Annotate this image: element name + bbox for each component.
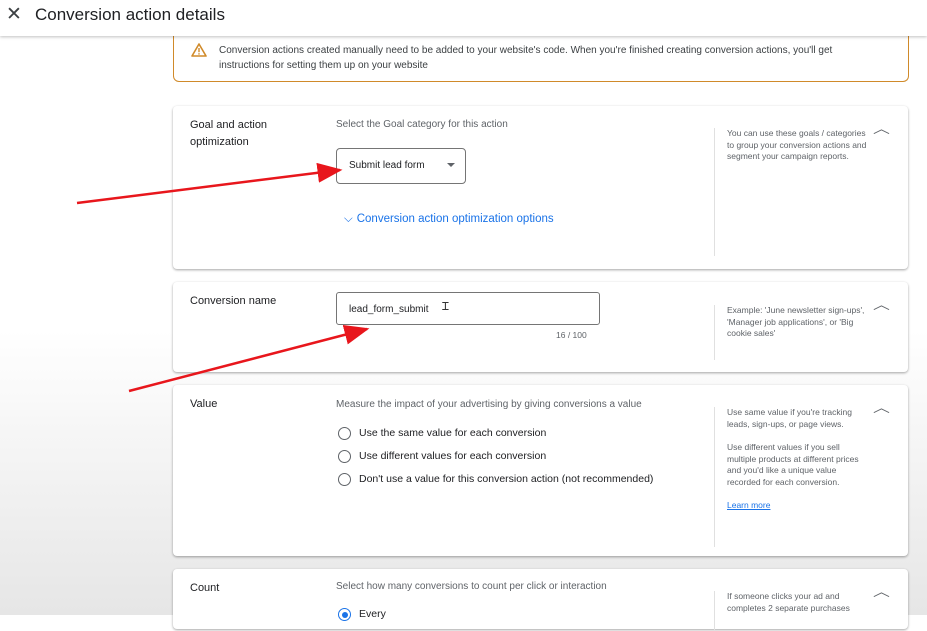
count-description: Select how many conversions to count per… <box>336 581 607 592</box>
goal-category-select[interactable]: Submit lead form <box>336 148 466 184</box>
value-help: Use same value if you're tracking leads,… <box>714 407 867 547</box>
value-option-label: Use the same value for each conversion <box>359 427 547 439</box>
conversion-name-value: lead_form_submit <box>349 304 429 315</box>
value-description: Measure the impact of your advertising b… <box>336 399 642 410</box>
count-help: If someone clicks your ad and completes … <box>714 591 867 631</box>
optimization-options-label: Conversion action optimization options <box>356 213 554 225</box>
goal-description: Select the Goal category for this action <box>336 119 508 130</box>
radio-icon <box>338 450 351 463</box>
info-notice: Conversion actions created manually need… <box>173 33 909 82</box>
warning-icon <box>191 43 207 57</box>
close-icon[interactable]: ✕ <box>6 4 22 26</box>
goal-selected-value: Submit lead form <box>349 160 425 171</box>
collapse-chevron-icon[interactable]: ︿ <box>873 397 890 416</box>
value-card: Value Measure the impact of your adverti… <box>173 385 908 556</box>
value-help-different: Use different values if you sell multipl… <box>727 442 859 487</box>
collapse-chevron-icon[interactable]: ︿ <box>873 294 890 313</box>
value-option-label: Use different values for each conversion <box>359 450 547 462</box>
learn-more-link[interactable]: Learn more <box>727 500 867 512</box>
count-label: Count <box>190 582 220 594</box>
conversion-name-input[interactable]: lead_form_submit Ꮖ <box>336 292 600 325</box>
count-card: Count Select how many conversions to cou… <box>173 569 908 631</box>
value-option-label: Don't use a value for this conversion ac… <box>359 473 654 485</box>
collapse-chevron-icon[interactable]: ︿ <box>873 581 890 600</box>
goal-card: Goal and action optimization Select the … <box>173 106 908 269</box>
text-cursor-icon: Ꮖ <box>442 301 450 313</box>
notice-text: Conversion actions created manually need… <box>219 45 833 71</box>
count-option-label: Every <box>359 608 386 620</box>
goal-help-text: You can use these goals / categories to … <box>714 128 867 256</box>
character-counter: 16 / 100 <box>556 330 587 340</box>
conversion-name-help: Example: 'June newsletter sign-ups', 'Ma… <box>714 305 867 360</box>
value-help-same: Use same value if you're tracking leads,… <box>727 407 852 429</box>
dropdown-arrow-icon <box>447 163 455 167</box>
goal-label: Goal and action optimization <box>190 119 268 148</box>
radio-icon <box>338 473 351 486</box>
collapse-chevron-icon[interactable]: ︿ <box>873 118 890 137</box>
conversion-name-card: Conversion name lead_form_submit Ꮖ 16 / … <box>173 282 908 372</box>
value-label: Value <box>190 398 218 410</box>
radio-icon <box>338 427 351 440</box>
page-title: Conversion action details <box>35 5 225 24</box>
chevron-down-icon: ⌵ <box>344 213 353 225</box>
top-bar: ✕ Conversion action details <box>0 0 927 36</box>
optimization-options-link[interactable]: ⌵ Conversion action optimization options <box>344 213 554 226</box>
conversion-name-label: Conversion name <box>190 295 277 307</box>
